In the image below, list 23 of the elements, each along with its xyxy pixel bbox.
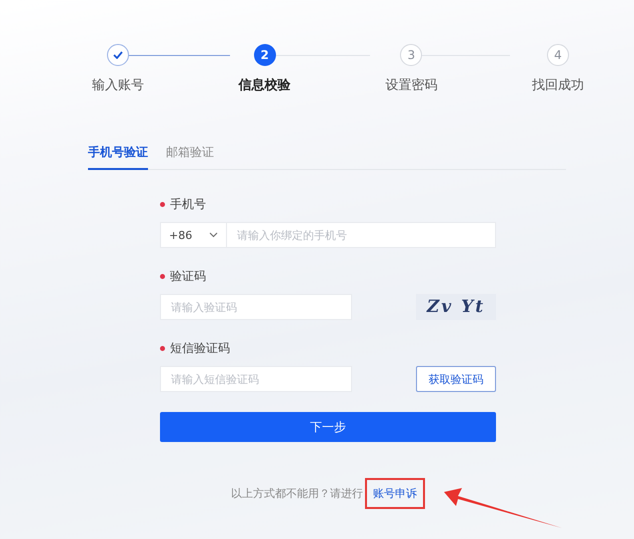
step-label: 输入账号 [92, 77, 144, 94]
account-appeal-link[interactable]: 账号申诉 [373, 486, 417, 501]
step-number: 2 [254, 44, 276, 66]
footer-text: 以上方式都不能用？请进行 [231, 486, 363, 501]
next-step-button[interactable]: 下一步 [160, 412, 496, 442]
check-icon [113, 51, 123, 59]
captcha-input[interactable]: 请输入验证码 [160, 294, 352, 320]
sms-code-input[interactable]: 请输入短信验证码 [160, 366, 352, 392]
captcha-image[interactable]: Zv Yt [416, 294, 496, 320]
tab[interactable]: 邮箱验证 [166, 144, 214, 170]
step-label: 信息校验 [238, 77, 291, 94]
field-label: 验证码 [170, 268, 206, 285]
step-number: 4 [546, 44, 569, 66]
step-label: 设置密码 [385, 77, 438, 94]
country-code-select[interactable]: +86 [160, 222, 226, 248]
field-label: 手机号 [170, 196, 206, 213]
step-number: 3 [400, 44, 422, 66]
field-label: 短信验证码 [170, 340, 230, 357]
tab[interactable]: 手机号验证 [88, 144, 148, 170]
get-code-button[interactable]: 获取验证码 [416, 366, 496, 392]
phone-input[interactable]: 请输入你绑定的手机号 [226, 222, 496, 248]
step-label: 找回成功 [532, 77, 584, 94]
chevron-down-icon [209, 232, 218, 238]
